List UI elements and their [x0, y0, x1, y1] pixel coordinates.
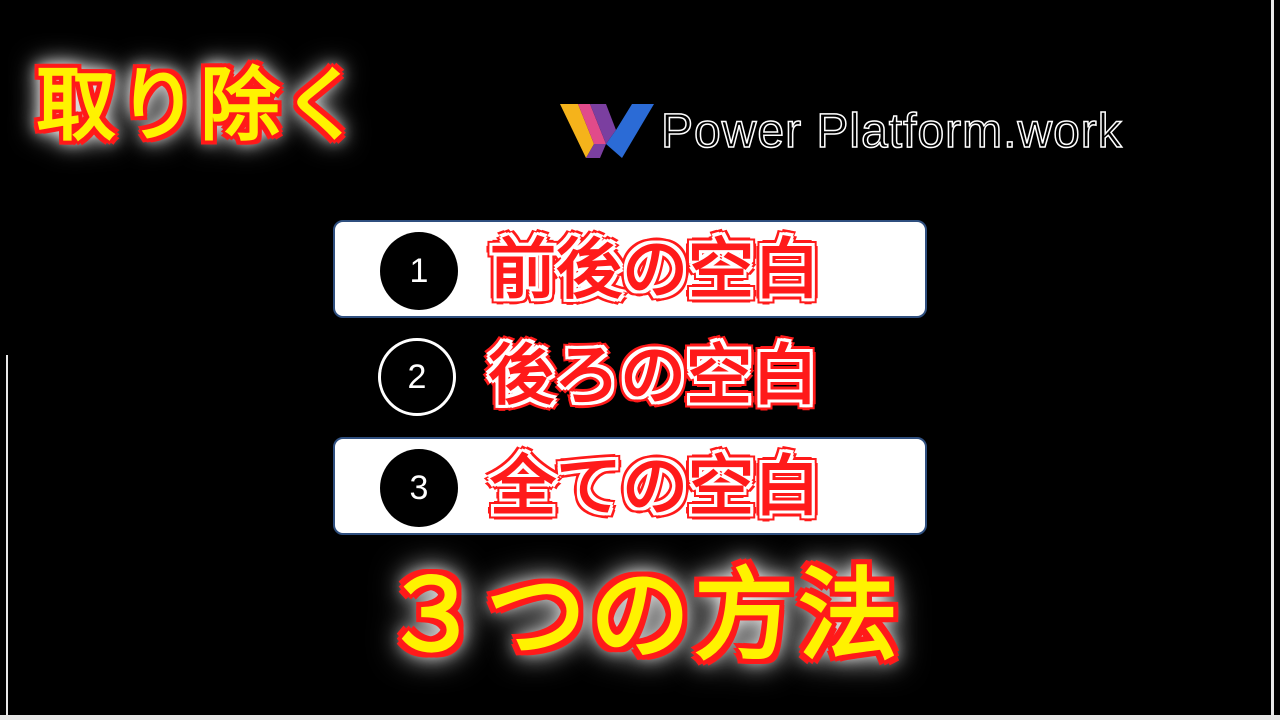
brand-logo-text: Power Platform.work [660, 104, 1123, 159]
list-item-3: 3 全ての空白 [333, 437, 927, 535]
list-item-label-3: 全ての空白 [490, 448, 820, 525]
thumbnail-canvas: 取り除く Power Platform.work 1 前後の空白 2 後ろの空白… [0, 0, 1280, 720]
heading-three-methods: ３つの方法 [382, 557, 902, 674]
brand-logo: Power Platform.work [560, 100, 1123, 162]
list-item-label-1: 前後の空白 [490, 231, 820, 308]
number-badge-3: 3 [380, 449, 458, 527]
list-item-label-2: 後ろの空白 [488, 337, 818, 414]
frame-edge-left [6, 355, 8, 720]
list-item-2: 2 後ろの空白 [333, 328, 927, 426]
frame-edge-right [1271, 0, 1274, 720]
number-badge-1: 1 [380, 232, 458, 310]
list-item-1: 1 前後の空白 [333, 220, 927, 318]
heading-remove: 取り除く [35, 59, 364, 152]
power-platform-logo-icon [560, 104, 654, 158]
number-badge-2: 2 [378, 338, 456, 416]
frame-edge-bottom [0, 715, 1280, 720]
